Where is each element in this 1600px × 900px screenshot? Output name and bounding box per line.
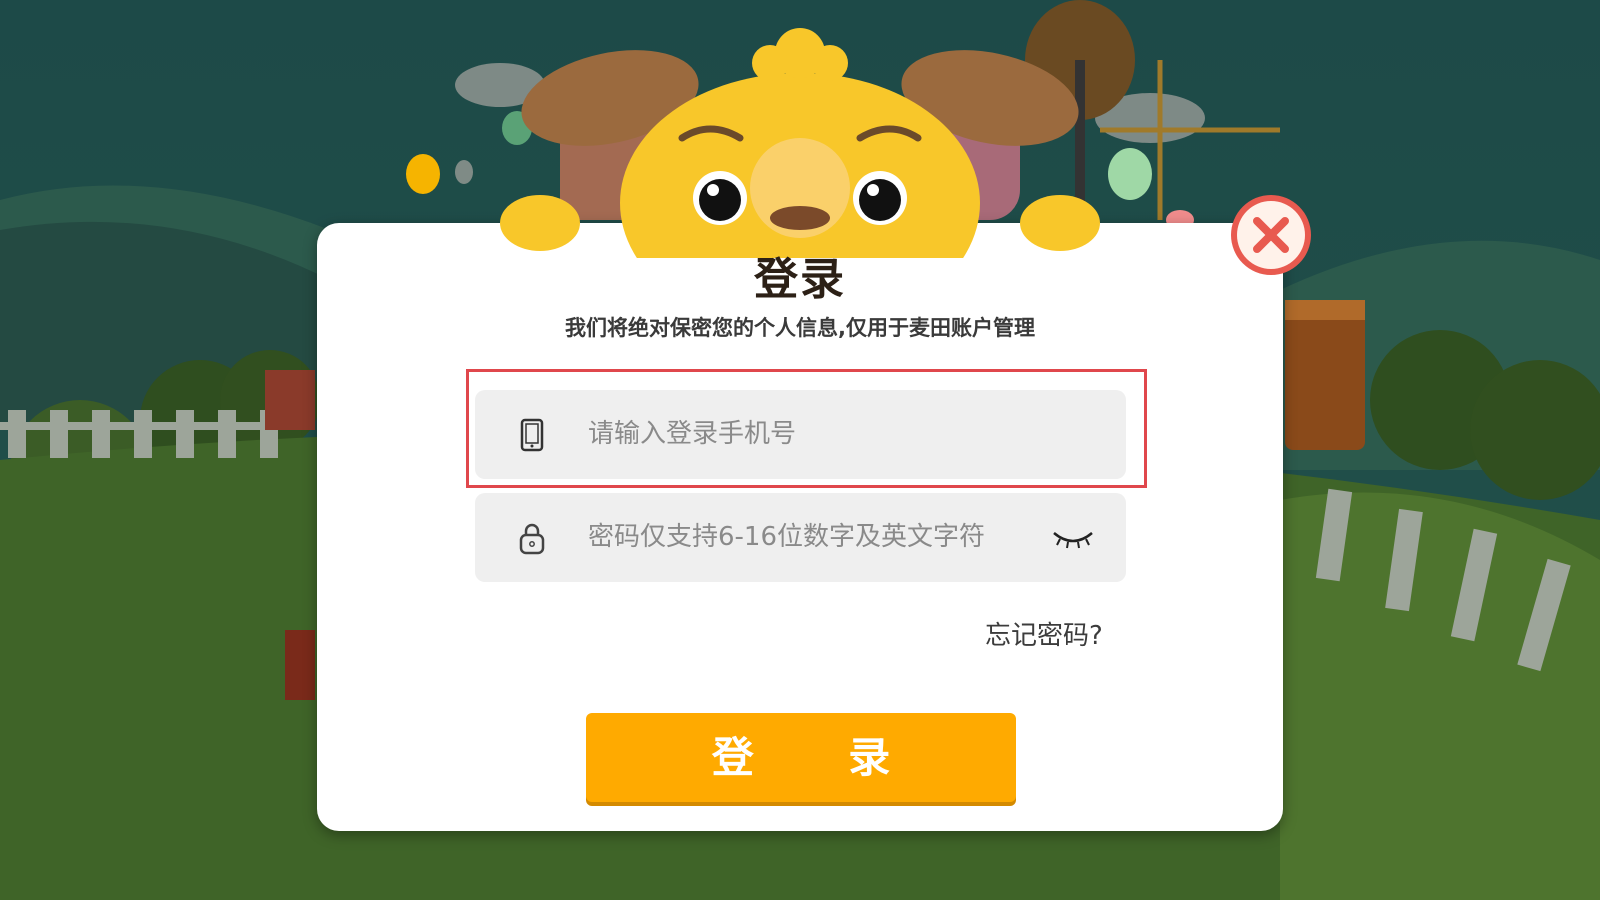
privacy-subtitle: 我们将绝对保密您的个人信息,仅用于麦田账户管理 [565, 316, 1035, 340]
mascot-dog-illustration [500, 28, 1100, 258]
dialog-title: 登录 [754, 254, 846, 305]
password-input[interactable]: 密码仅支持6-16位数字及英文字符 [475, 493, 1126, 582]
eye-closed-icon[interactable] [1050, 523, 1096, 551]
forgot-password-link[interactable]: 忘记密码? [985, 615, 1103, 652]
password-placeholder: 密码仅支持6-16位数字及英文字符 [588, 522, 986, 552]
login-button[interactable]: 登 录 [586, 713, 1016, 802]
phone-field-highlight [466, 369, 1147, 488]
lock-icon [519, 523, 545, 555]
